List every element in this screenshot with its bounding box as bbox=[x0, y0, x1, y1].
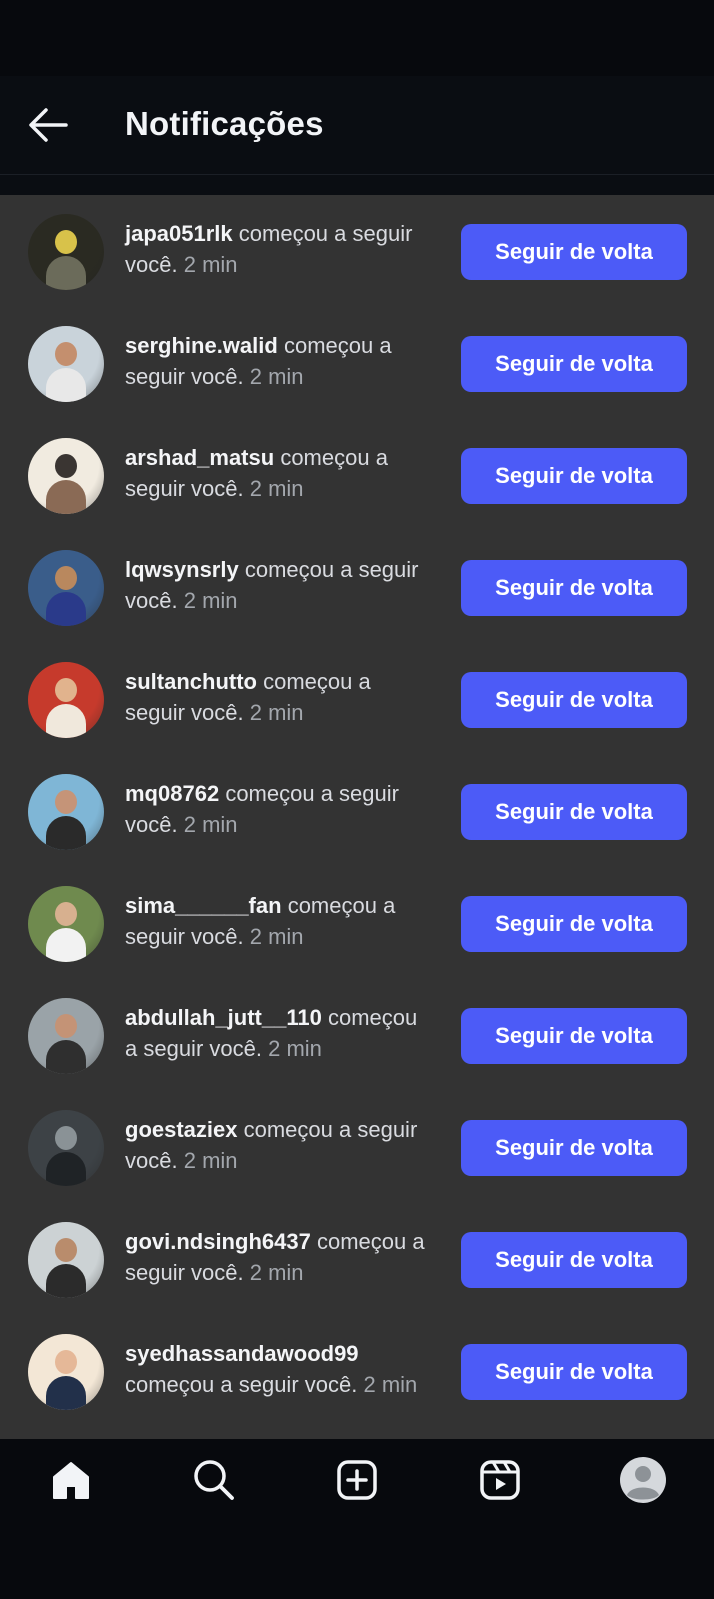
username[interactable]: serghine.walid bbox=[125, 333, 278, 358]
notification-text: abdullah_jutt__110 começou a seguir você… bbox=[125, 1002, 435, 1064]
username[interactable]: goestaziex bbox=[125, 1117, 238, 1142]
timestamp: 2 min bbox=[183, 812, 238, 837]
notification-text: goestaziex começou a seguir você. 2 min bbox=[125, 1114, 435, 1176]
avatar[interactable] bbox=[28, 1222, 104, 1298]
system-nav-area bbox=[0, 1519, 714, 1599]
plus-square-icon bbox=[337, 1460, 377, 1500]
timestamp: 2 min bbox=[363, 1372, 418, 1397]
notification-row[interactable]: abdullah_jutt__110 começou a seguir você… bbox=[0, 979, 714, 1091]
profile-avatar-icon bbox=[620, 1457, 666, 1503]
follow-back-button[interactable]: Seguir de volta bbox=[461, 224, 687, 280]
username[interactable]: syedhassandawood99 bbox=[125, 1341, 359, 1366]
avatar[interactable] bbox=[28, 326, 104, 402]
notification-row[interactable]: sima______fan começou a seguir você. 2 m… bbox=[0, 867, 714, 979]
notification-row[interactable]: lqwsynsrly começou a seguir você. 2 min S… bbox=[0, 531, 714, 643]
follow-back-button[interactable]: Seguir de volta bbox=[461, 1008, 687, 1064]
avatar[interactable] bbox=[28, 214, 104, 290]
notification-list[interactable]: japa051rlk começou a seguir você. 2 min S… bbox=[0, 195, 714, 1439]
notification-text: syedhassandawood99 começou a seguir você… bbox=[125, 1338, 435, 1400]
avatar[interactable] bbox=[28, 1110, 104, 1186]
notification-text: japa051rlk começou a seguir você. 2 min bbox=[125, 218, 435, 280]
notification-row[interactable]: arshad_matsu começou a seguir você. 2 mi… bbox=[0, 419, 714, 531]
username[interactable]: lqwsynsrly bbox=[125, 557, 239, 582]
follow-back-button[interactable]: Seguir de volta bbox=[461, 1344, 687, 1400]
tab-reels[interactable] bbox=[475, 1455, 525, 1505]
notification-text: serghine.walid começou a seguir você. 2 … bbox=[125, 330, 435, 392]
notification-text: sima______fan começou a seguir você. 2 m… bbox=[125, 890, 435, 952]
username[interactable]: sultanchutto bbox=[125, 669, 257, 694]
top-app-bar: Notificações bbox=[0, 76, 714, 175]
notification-text: mq08762 começou a seguir você. 2 min bbox=[125, 778, 435, 840]
tab-create[interactable] bbox=[332, 1455, 382, 1505]
follow-back-button[interactable]: Seguir de volta bbox=[461, 784, 687, 840]
notification-text: sultanchutto começou a seguir você. 2 mi… bbox=[125, 666, 435, 728]
timestamp: 2 min bbox=[249, 924, 304, 949]
notification-row[interactable]: mq08762 começou a seguir você. 2 min Segu… bbox=[0, 755, 714, 867]
username[interactable]: arshad_matsu bbox=[125, 445, 274, 470]
home-icon bbox=[53, 1462, 89, 1499]
avatar[interactable] bbox=[28, 1334, 104, 1410]
notification-row[interactable]: goestaziex começou a seguir você. 2 min S… bbox=[0, 1091, 714, 1203]
follow-back-button[interactable]: Seguir de volta bbox=[461, 1120, 687, 1176]
notification-row[interactable]: syedhassandawood99 começou a seguir você… bbox=[0, 1315, 714, 1427]
tab-home[interactable] bbox=[46, 1455, 96, 1505]
search-icon bbox=[194, 1460, 234, 1500]
avatar[interactable] bbox=[28, 438, 104, 514]
avatar[interactable] bbox=[28, 550, 104, 626]
follow-back-button[interactable]: Seguir de volta bbox=[461, 448, 687, 504]
timestamp: 2 min bbox=[249, 476, 304, 501]
page-title: Notificações bbox=[125, 105, 324, 142]
timestamp: 2 min bbox=[249, 1260, 304, 1285]
username[interactable]: japa051rlk bbox=[125, 221, 233, 246]
bottom-tab-bar bbox=[0, 1439, 714, 1519]
username[interactable]: mq08762 bbox=[125, 781, 219, 806]
notification-row[interactable]: sultanchutto começou a seguir você. 2 mi… bbox=[0, 643, 714, 755]
scrolled-content-edge bbox=[0, 175, 714, 195]
notification-text: govi.ndsingh6437 começou a seguir você. … bbox=[125, 1226, 435, 1288]
timestamp: 2 min bbox=[249, 364, 304, 389]
arrow-left-icon bbox=[29, 108, 68, 142]
follow-back-button[interactable]: Seguir de volta bbox=[461, 1232, 687, 1288]
back-button[interactable] bbox=[26, 105, 70, 145]
notification-row[interactable]: serghine.walid começou a seguir você. 2 … bbox=[0, 307, 714, 419]
notification-text: lqwsynsrly começou a seguir você. 2 min bbox=[125, 554, 435, 616]
timestamp: 2 min bbox=[183, 588, 238, 613]
username[interactable]: sima______fan bbox=[125, 893, 282, 918]
follow-back-button[interactable]: Seguir de volta bbox=[461, 896, 687, 952]
timestamp: 2 min bbox=[249, 700, 304, 725]
follow-back-button[interactable]: Seguir de volta bbox=[461, 336, 687, 392]
avatar[interactable] bbox=[28, 886, 104, 962]
follow-back-button[interactable]: Seguir de volta bbox=[461, 560, 687, 616]
follow-back-button[interactable]: Seguir de volta bbox=[461, 672, 687, 728]
avatar[interactable] bbox=[28, 662, 104, 738]
timestamp: 2 min bbox=[183, 252, 238, 277]
tab-search[interactable] bbox=[189, 1455, 239, 1505]
notification-action: começou a seguir você. bbox=[125, 1372, 358, 1397]
status-bar bbox=[0, 0, 714, 76]
timestamp: 2 min bbox=[268, 1036, 322, 1061]
username[interactable]: abdullah_jutt__110 bbox=[125, 1005, 322, 1030]
avatar[interactable] bbox=[28, 774, 104, 850]
tab-profile[interactable] bbox=[618, 1455, 668, 1505]
notification-row[interactable]: govi.ndsingh6437 começou a seguir você. … bbox=[0, 1203, 714, 1315]
timestamp: 2 min bbox=[183, 1148, 238, 1173]
notification-text: arshad_matsu começou a seguir você. 2 mi… bbox=[125, 442, 435, 504]
username[interactable]: govi.ndsingh6437 bbox=[125, 1229, 311, 1254]
reels-icon bbox=[480, 1460, 520, 1500]
notification-row[interactable]: japa051rlk começou a seguir você. 2 min S… bbox=[0, 195, 714, 307]
avatar[interactable] bbox=[28, 998, 104, 1074]
